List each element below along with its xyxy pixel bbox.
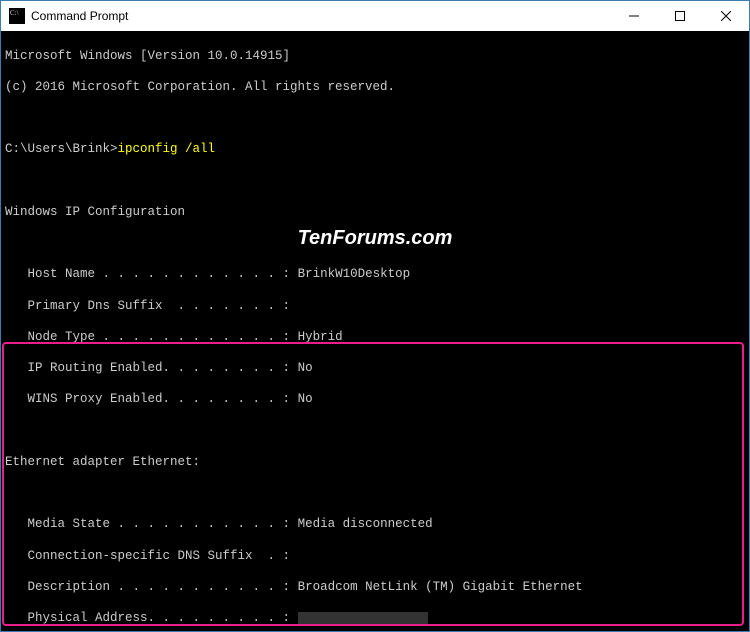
eth-suffix-row: Connection-specific DNS Suffix . :: [5, 549, 745, 565]
terminal-output[interactable]: Microsoft Windows [Version 10.0.14915] (…: [1, 31, 749, 631]
maximize-button[interactable]: [657, 1, 703, 31]
redacted-mac: [298, 612, 428, 624]
eth-media-row: Media State . . . . . . . . . . . : Medi…: [5, 517, 745, 533]
window-title: Command Prompt: [31, 9, 611, 23]
prompt-line: C:\Users\Brink>ipconfig /all: [5, 142, 745, 158]
eth-desc-row: Description . . . . . . . . . . . : Broa…: [5, 580, 745, 596]
app-icon: [9, 8, 25, 24]
hostname-row: Host Name . . . . . . . . . . . . : Brin…: [5, 267, 745, 283]
eth-phys-row: Physical Address. . . . . . . . . :: [5, 611, 745, 627]
copyright-line: (c) 2016 Microsoft Corporation. All righ…: [5, 80, 745, 96]
winsproxy-row: WINS Proxy Enabled. . . . . . . . : No: [5, 392, 745, 408]
close-button[interactable]: [703, 1, 749, 31]
dnssuffix-row: Primary Dns Suffix . . . . . . . :: [5, 299, 745, 315]
iprouting-row: IP Routing Enabled. . . . . . . . : No: [5, 361, 745, 377]
command-prompt-window: Command Prompt Microsoft Windows [Versio…: [0, 0, 750, 632]
titlebar[interactable]: Command Prompt: [1, 1, 749, 31]
command-text: ipconfig /all: [118, 142, 216, 156]
minimize-button[interactable]: [611, 1, 657, 31]
window-controls: [611, 1, 749, 31]
section-ethernet: Ethernet adapter Ethernet:: [5, 455, 745, 471]
nodetype-row: Node Type . . . . . . . . . . . . : Hybr…: [5, 330, 745, 346]
prompt-path: C:\Users\Brink>: [5, 142, 118, 156]
version-line: Microsoft Windows [Version 10.0.14915]: [5, 49, 745, 65]
section-ip-config: Windows IP Configuration: [5, 205, 745, 221]
